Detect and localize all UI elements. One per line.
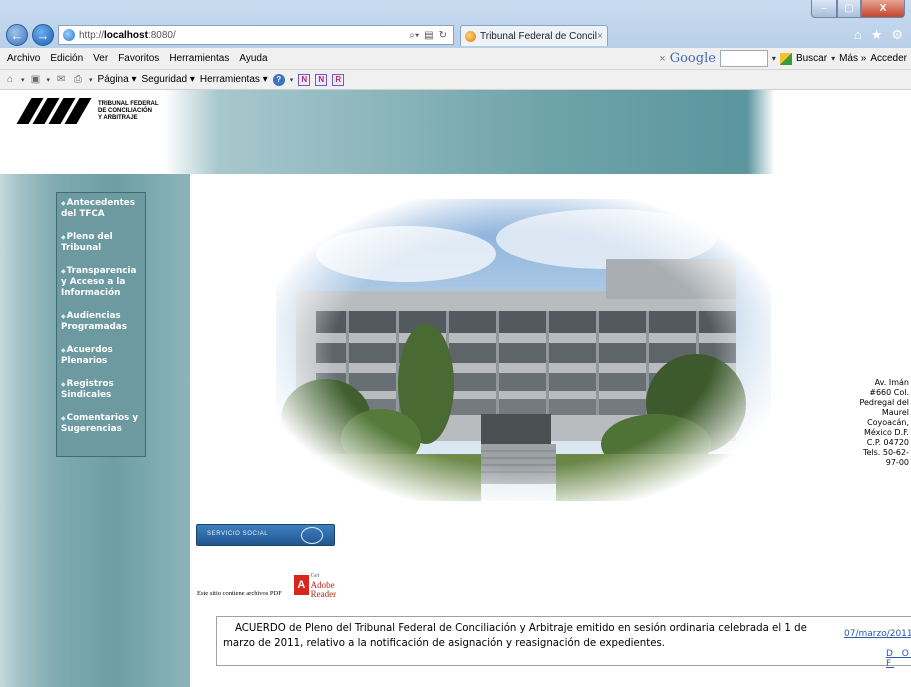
nav-registros[interactable]: ◆Registros Sindicales — [61, 379, 141, 401]
google-search-input[interactable] — [719, 50, 768, 67]
chevron-down-icon[interactable]: ▾ — [772, 54, 776, 63]
print-icon[interactable]: ⎙ — [72, 74, 84, 86]
home-icon[interactable]: ⌂ — [854, 27, 862, 43]
home-icon[interactable]: ⌂ — [4, 74, 16, 86]
page-menu[interactable]: Página ▾ — [98, 74, 137, 85]
chevron-down-icon[interactable]: ▾ — [21, 76, 25, 84]
chevron-down-icon[interactable]: ▾ — [831, 54, 835, 63]
extension-icon[interactable]: N — [298, 73, 311, 86]
maximize-button[interactable]: ▢ — [837, 0, 861, 18]
mail-icon[interactable]: ✉ — [55, 74, 67, 86]
command-bar: ⌂ ▾ ▣ ▾ ✉ ⎙ ▾ Página ▾ Seguridad ▾ Herramie… — [0, 70, 911, 90]
tfca-logo-icon — [16, 96, 94, 126]
google-toolbar-close-button[interactable]: × — [659, 53, 665, 65]
servicio-social-banner[interactable]: SERVICIO SOCIAL — [196, 524, 335, 546]
menu-herramientas[interactable]: Herramientas — [164, 53, 234, 64]
navigation-buttons: ← → — [6, 24, 54, 46]
gear-icon[interactable]: ⚙ — [891, 27, 903, 43]
menu-ver[interactable]: Ver — [88, 53, 113, 64]
dof-link[interactable]: D O F — [886, 649, 911, 669]
minimize-button[interactable]: – — [811, 0, 837, 18]
acuerdo-notice-box: ACUERDO de Pleno del Tribunal Federal de… — [216, 616, 911, 669]
nav-audiencias[interactable]: ◆Audiencias Programadas — [61, 311, 141, 333]
sidebar-navigation: ◆Antecedentes del TFCA ◆Pleno del Tribun… — [56, 192, 146, 457]
refresh-icon[interactable]: ↻ — [439, 30, 447, 41]
nav-acuerdos[interactable]: ◆Acuerdos Plenarios — [61, 345, 141, 367]
menu-edicion[interactable]: Edición — [45, 53, 88, 64]
menu-bar: Archivo Edición Ver Favoritos Herramient… — [0, 48, 911, 70]
url-text[interactable]: http://localhost:8080/ — [79, 30, 409, 41]
chevron-down-icon[interactable]: ▾ — [47, 76, 51, 84]
forward-button[interactable]: → — [32, 24, 54, 46]
page-favicon-icon — [63, 29, 75, 41]
search-icon[interactable]: ⌕▾ — [409, 30, 419, 41]
tab-title: Tribunal Federal de Concili... — [480, 30, 598, 42]
nav-antecedentes[interactable]: ◆Antecedentes del TFCA — [61, 198, 141, 220]
servicio-social-emblem-icon — [301, 527, 323, 544]
chevron-down-icon[interactable]: ▾ — [89, 76, 93, 84]
logo-text: TRIBUNAL FEDERAL DE CONCILIACIÓN Y ARBIT… — [98, 100, 159, 121]
acuerdo-notice-text: ACUERDO de Pleno del Tribunal Federal de… — [223, 623, 807, 649]
get-adobe-reader-button[interactable]: A Get Adobe Reader — [294, 573, 358, 599]
tab-tribunal[interactable]: Tribunal Federal de Concili... × — [460, 25, 608, 46]
window-controls: – ▢ X — [811, 0, 905, 18]
nav-pleno[interactable]: ◆Pleno del Tribunal — [61, 232, 141, 254]
feeds-icon[interactable]: ▣ — [30, 74, 42, 86]
address-bar[interactable]: http://localhost:8080/ ⌕▾ ▤ ↻ — [58, 25, 454, 45]
tab-favicon-icon — [465, 30, 476, 42]
menu-ayuda[interactable]: Ayuda — [234, 53, 272, 64]
pdf-notice: Este sitio contiene archivos PDF — [197, 590, 282, 597]
menu-archivo[interactable]: Archivo — [2, 53, 45, 64]
close-window-button[interactable]: X — [861, 0, 905, 18]
chevron-down-icon[interactable]: ▾ — [290, 76, 294, 84]
servicio-social-label: SERVICIO SOCIAL — [207, 531, 269, 537]
nav-transparencia[interactable]: ◆Transparencia y Acceso a la Información — [61, 266, 141, 299]
security-menu[interactable]: Seguridad ▾ — [141, 74, 194, 85]
address-block: Av. Imán #660 Col. Pedregal del Maurel C… — [859, 378, 909, 467]
google-signin-button[interactable]: Acceder — [870, 53, 907, 64]
google-search-icon — [779, 52, 792, 65]
site-logo[interactable]: TRIBUNAL FEDERAL DE CONCILIACIÓN Y ARBIT… — [16, 96, 159, 126]
tools-menu[interactable]: Herramientas ▾ — [200, 74, 268, 85]
browser-right-icons: ⌂ ★ ⚙ — [854, 27, 903, 43]
adobe-logo-icon: A — [294, 575, 309, 595]
tab-close-button[interactable]: × — [597, 31, 603, 42]
favorites-star-icon[interactable]: ★ — [871, 27, 883, 43]
site-header: TRIBUNAL FEDERAL DE CONCILIACIÓN Y ARBIT… — [0, 90, 911, 174]
back-button[interactable]: ← — [6, 24, 28, 46]
web-page: TRIBUNAL FEDERAL DE CONCILIACIÓN Y ARBIT… — [0, 90, 911, 687]
google-search-button[interactable]: Buscar — [796, 53, 827, 64]
building-photo — [276, 199, 771, 501]
research-icon[interactable]: R — [332, 73, 345, 86]
adobe-reader-label: Adobe Reader — [310, 579, 337, 599]
google-logo: Google — [669, 51, 716, 66]
main-content — [190, 174, 911, 687]
browser-title-bar: – ▢ X ← → http://localhost:8080/ ⌕▾ ▤ ↻ … — [0, 0, 911, 48]
menu-favoritos[interactable]: Favoritos — [113, 53, 164, 64]
help-icon[interactable]: ? — [272, 73, 285, 86]
extension-icon[interactable]: N — [315, 73, 328, 86]
nav-comentarios[interactable]: ◆Comentarios y Sugerencias — [61, 413, 141, 435]
compatibility-icon[interactable]: ▤ — [424, 30, 433, 41]
header-date: 7/ Octubre/ 113 — [784, 110, 863, 120]
acuerdo-date-link[interactable]: 07/marzo/2011 — [844, 629, 911, 639]
google-more-button[interactable]: Más » — [839, 53, 866, 64]
google-toolbar: × Google ▾ Buscar ▾ Más » Acceder — [659, 50, 907, 67]
